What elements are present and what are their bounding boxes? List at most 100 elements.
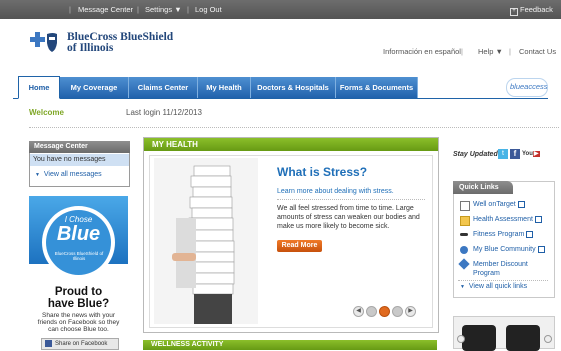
- external-link-icon: [526, 231, 534, 238]
- next-arrow-icon[interactable]: [544, 335, 552, 343]
- dumbbell-icon: [460, 233, 468, 236]
- contact-us-link[interactable]: Contact Us: [519, 47, 556, 56]
- separator: |: [137, 5, 139, 14]
- spanish-link[interactable]: Información en español: [383, 47, 461, 56]
- settings-menu[interactable]: Settings ▼: [145, 5, 182, 14]
- message-center-link[interactable]: Message Center: [78, 5, 133, 14]
- carousel-pager: ◀ ▶: [353, 306, 429, 317]
- document-icon: [460, 201, 470, 211]
- external-link-icon: [517, 201, 525, 208]
- previous-arrow-icon[interactable]: [457, 335, 465, 343]
- plus-box-icon: +: [510, 8, 518, 16]
- badge-main-text: Blue: [56, 223, 101, 245]
- quick-link-label: Member Discount Program: [473, 261, 528, 277]
- promo-body-3: can choose Blue too.: [48, 326, 109, 333]
- twitter-icon[interactable]: t: [498, 149, 508, 159]
- view-all-quick-links-link[interactable]: ▼ View all quick links: [460, 283, 527, 290]
- tag-icon: [458, 258, 470, 270]
- settings-label: Settings: [145, 5, 173, 14]
- facebook-icon: [45, 339, 52, 347]
- help-menu[interactable]: Help ▼: [478, 47, 503, 56]
- share-facebook-label: Share on Facebook: [55, 341, 108, 347]
- feedback-label: Feedback: [520, 5, 553, 14]
- stress-photo: [154, 158, 258, 324]
- quick-links-box: Quick Links Well onTarget Health Assessm…: [453, 181, 555, 298]
- header: BlueCross BlueShield of Illinois Informa…: [0, 19, 561, 65]
- share-facebook-button[interactable]: Share on Facebook: [41, 338, 119, 350]
- top-utility-bar: | Message Center | Settings ▼ | Log Out …: [0, 0, 561, 19]
- chevron-down-icon: ▼: [174, 5, 182, 14]
- previous-arrow-icon[interactable]: ◀: [353, 306, 364, 317]
- promo-headline-1: Proud to: [54, 286, 103, 298]
- tab-doctors-hospitals[interactable]: Doctors & Hospitals: [251, 77, 336, 98]
- blueaccess-logo[interactable]: blueaccess: [506, 78, 548, 97]
- folder-icon: [460, 216, 470, 226]
- feedback-link[interactable]: + Feedback: [510, 5, 553, 16]
- tab-home[interactable]: Home: [18, 76, 60, 99]
- chevron-down-icon: ▼: [35, 172, 40, 178]
- external-link-icon: [537, 246, 545, 253]
- last-login: Last login 11/12/2013: [126, 108, 202, 117]
- quick-link-my-blue-community[interactable]: My Blue Community: [460, 246, 545, 254]
- message-center-header: Message Center: [29, 141, 130, 153]
- phone-image: [506, 325, 540, 351]
- stay-updated-label: Stay Updated: [453, 151, 498, 158]
- quick-link-fitness-program[interactable]: Fitness Program: [460, 231, 534, 239]
- separator: |: [187, 5, 189, 14]
- article-title[interactable]: What is Stress?: [277, 165, 367, 179]
- quick-link-well-ontarget[interactable]: Well onTarget: [460, 201, 525, 211]
- external-link-icon: [534, 216, 542, 223]
- people-icon: [460, 246, 468, 254]
- phone-image: [462, 325, 496, 351]
- tab-forms-documents[interactable]: Forms & Documents: [336, 77, 418, 98]
- promo-body-2: friends on Facebook so they: [37, 319, 120, 326]
- no-messages-text: You have no messages: [33, 156, 106, 163]
- pager-dot-active[interactable]: [379, 306, 390, 317]
- divider: [458, 280, 548, 281]
- article-body-2: amounts of stress can weaken our bodies …: [277, 214, 420, 221]
- promo-headline-2: have Blue?: [47, 298, 110, 310]
- facebook-icon[interactable]: f: [510, 149, 520, 159]
- quick-link-label: Well onTarget: [473, 201, 516, 209]
- quick-links-title: Quick Links: [459, 184, 499, 191]
- my-health-header: MY HEALTH: [144, 138, 438, 151]
- view-all-messages-link[interactable]: ▼ View all messages: [35, 171, 102, 178]
- separator: |: [509, 47, 511, 56]
- quick-link-health-assessment[interactable]: Health Assessment: [460, 216, 542, 226]
- log-out-link[interactable]: Log Out: [195, 5, 222, 14]
- pager-dot[interactable]: [392, 306, 403, 317]
- main-nav: Home My Coverage Claims Center My Health…: [13, 76, 548, 99]
- brand-state: of Illinois: [67, 42, 114, 54]
- divider: [277, 199, 425, 200]
- read-more-button[interactable]: Read More: [277, 240, 322, 252]
- chevron-down-icon: ▼: [495, 47, 503, 56]
- article-body-1: We all feel stressed from time to time. …: [277, 205, 414, 212]
- message-center-title: Message Center: [34, 143, 88, 150]
- badge-sub-text: BlueCross BlueShield of Illinois: [54, 251, 104, 261]
- my-health-card: What is Stress? Learn more about dealing…: [149, 155, 433, 328]
- message-center-box: Message Center You have no messages ▼ Vi…: [29, 141, 130, 187]
- quick-link-label: Fitness Program: [473, 231, 525, 239]
- next-arrow-icon[interactable]: ▶: [405, 306, 416, 317]
- quick-link-member-discount[interactable]: Member Discount Program: [458, 258, 538, 278]
- youtube-icon[interactable]: You▶: [522, 149, 540, 159]
- tab-claims-center[interactable]: Claims Center: [129, 77, 198, 98]
- pager-dot[interactable]: [366, 306, 377, 317]
- no-messages-row: You have no messages: [30, 154, 129, 166]
- quick-link-label: Health Assessment: [473, 216, 533, 224]
- view-all-quick-links-label: View all quick links: [468, 283, 528, 290]
- my-health-panel: MY HEALTH What is Stress? Learn more abo…: [143, 137, 439, 333]
- article-subtitle[interactable]: Learn more about dealing with stress.: [277, 188, 394, 195]
- article-body-3: make us more likely to become sick.: [277, 223, 390, 230]
- help-label: Help: [478, 47, 494, 56]
- divider: [29, 127, 559, 128]
- tab-my-health[interactable]: My Health: [198, 77, 251, 98]
- promo-body-1: Share the news with your: [42, 312, 115, 319]
- bcbs-logo-icon[interactable]: [25, 31, 59, 53]
- mobile-app-promo[interactable]: [453, 316, 555, 351]
- separator: |: [69, 5, 71, 14]
- wellness-activity-header: WELLNESS ACTIVITY: [143, 340, 437, 350]
- tab-my-coverage[interactable]: My Coverage: [60, 77, 129, 98]
- promo-panel: I Chose Blue BlueCross BlueShield of Ill…: [29, 196, 128, 350]
- blueaccess-text: blueaccess: [510, 82, 548, 91]
